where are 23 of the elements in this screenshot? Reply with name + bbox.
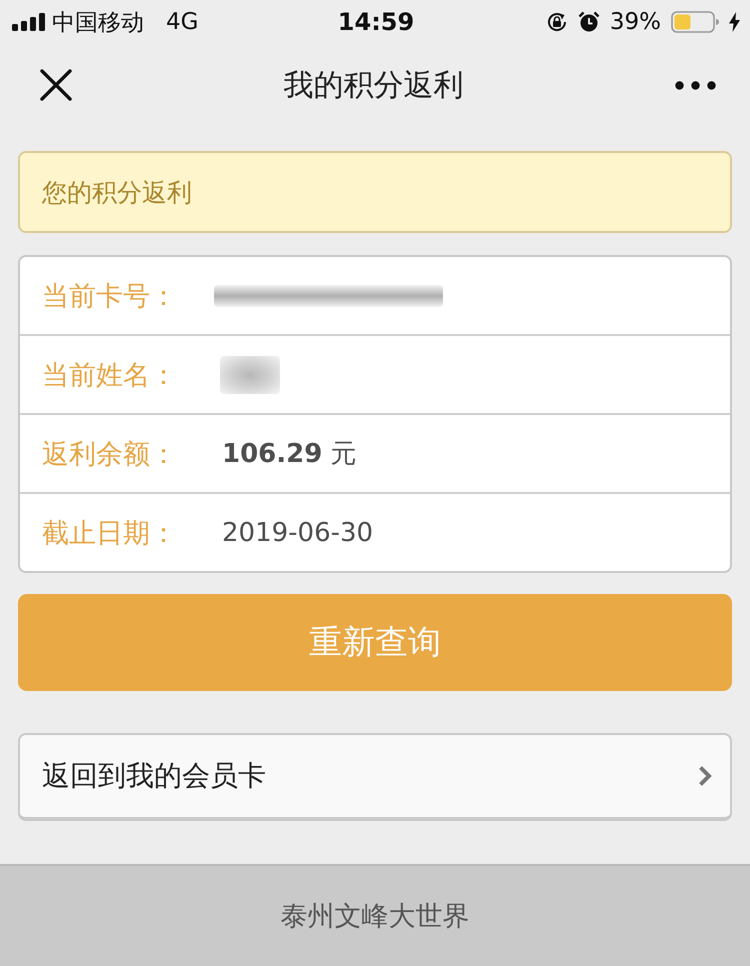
- redacted-value: [220, 356, 280, 394]
- charging-bolt-icon: [729, 12, 740, 32]
- field-label: 截止日期：: [42, 516, 178, 550]
- field-label: 返利余额：: [42, 438, 178, 472]
- more-icon[interactable]: [675, 80, 716, 90]
- status-time: 14:59: [338, 8, 414, 36]
- field-value: 106.29 元: [222, 438, 357, 471]
- notice-text: 您的积分返利: [42, 176, 192, 208]
- field-value: 2019-06-30: [222, 518, 374, 548]
- carrier-name: 中国移动: [52, 8, 144, 38]
- network-type: 4G: [166, 9, 198, 35]
- close-icon[interactable]: [40, 69, 72, 101]
- signal-icon: [12, 13, 46, 31]
- alarm-clock-icon: [578, 11, 600, 33]
- rotation-lock-icon: [546, 11, 568, 33]
- footer-text: 泰州文峰大世界: [280, 900, 470, 934]
- page-title: 我的积分返利: [284, 66, 464, 104]
- battery-percent: 39%: [610, 9, 661, 35]
- battery-icon: [671, 11, 719, 33]
- chevron-right-icon: [698, 765, 712, 787]
- field-label: 当前姓名：: [42, 358, 178, 392]
- member-card-link[interactable]: 返回到我的会员卡: [18, 733, 732, 821]
- field-label: 当前卡号：: [42, 280, 178, 314]
